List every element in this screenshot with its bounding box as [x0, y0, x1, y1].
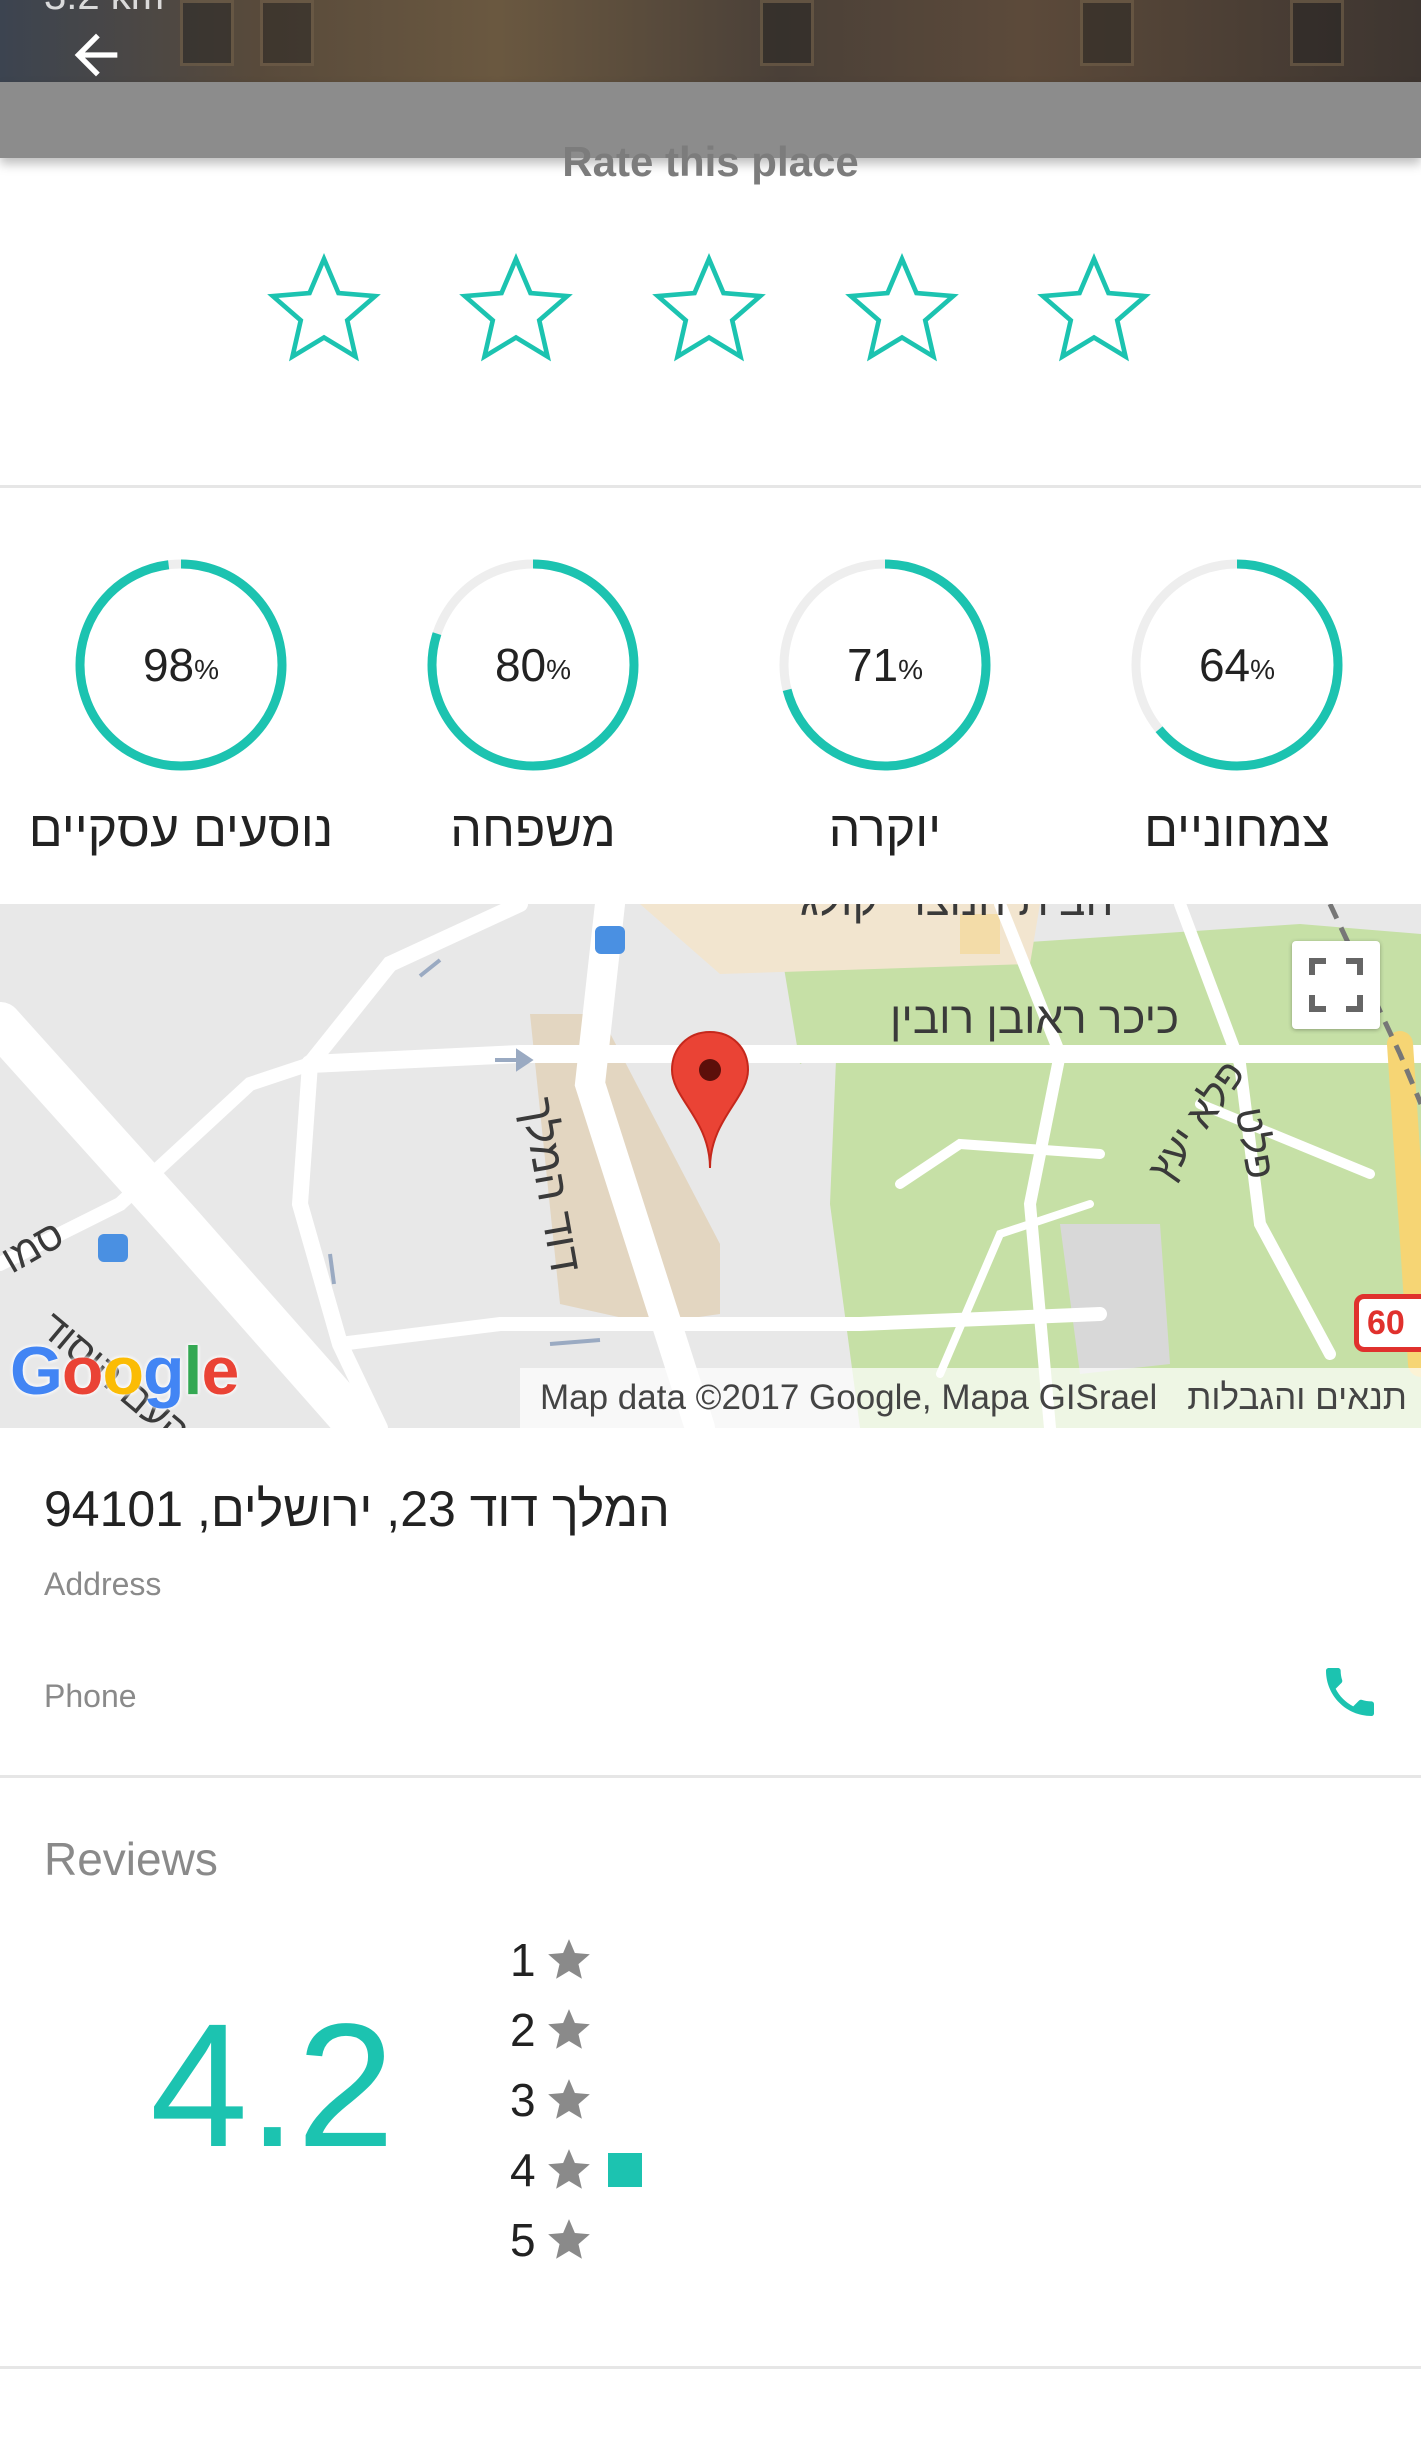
histogram-row: 5 — [510, 2210, 594, 2270]
histogram-row: 2 — [510, 2000, 594, 2060]
stat-circle-family: 80% — [423, 555, 643, 775]
map-marker-icon[interactable] — [670, 1030, 750, 1170]
star-outline-icon[interactable] — [645, 246, 773, 370]
star-outline-icon[interactable] — [1030, 246, 1158, 370]
map-data-text: Map data ©2017 Google, Mapa GISrael — [540, 1378, 1158, 1417]
stat-label: יוקרה — [828, 801, 942, 857]
stat-unit: % — [1250, 654, 1276, 685]
histogram-bar — [608, 2153, 642, 2187]
stat-label: צמחוניים — [1144, 801, 1330, 857]
fullscreen-icon — [1309, 958, 1363, 1012]
arrow-back-icon — [74, 33, 118, 77]
stat-value: 98 — [142, 639, 195, 691]
place-photo: 3.2 km — [0, 0, 1421, 82]
rate-title: Rate this place — [562, 138, 859, 185]
reviews-title: Reviews — [44, 1833, 218, 1885]
google-logo: Google — [10, 1333, 239, 1409]
map-attribution: Map data ©2017 Google, Mapa GISrael תנאי… — [520, 1368, 1421, 1428]
histogram-star-count: 1 — [510, 1934, 536, 1986]
histogram-star-count: 4 — [510, 2144, 536, 2196]
phone-label: Phone — [44, 1678, 137, 1714]
divider — [0, 1775, 1421, 1778]
stat-label: משפחה — [450, 801, 616, 857]
phone-icon — [1326, 1668, 1374, 1716]
histogram-row: 3 — [510, 2070, 594, 2130]
stat-unit: % — [546, 654, 572, 685]
stat-unit: % — [898, 654, 924, 685]
histogram-star-count: 2 — [510, 2004, 536, 2056]
stat-value: 71 — [846, 639, 899, 691]
map-view[interactable]: הבית הנוצרי קולג כיכר ראובן רובין דוד המ… — [0, 904, 1421, 1428]
stat-circle-vegetarian: 64% — [1127, 555, 1347, 775]
address-value: המלך דוד 23, ירושלים, 94101 — [44, 1481, 670, 1537]
star-outline-icon[interactable] — [838, 246, 966, 370]
histogram-row: 4 — [510, 2140, 642, 2200]
stat-circle-business: 98% — [71, 555, 291, 775]
stat-unit: % — [194, 654, 220, 685]
star-outline-icon[interactable] — [452, 246, 580, 370]
route-shield: 60 — [1354, 1294, 1421, 1352]
map-street-label: הבית הנוצרי קולג — [800, 904, 1113, 926]
star-filled-icon — [548, 2009, 590, 2049]
histogram-star-count: 5 — [510, 2214, 536, 2266]
stat-value: 64 — [1198, 639, 1251, 691]
star-filled-icon — [548, 2219, 590, 2259]
divider — [0, 485, 1421, 488]
star-filled-icon — [548, 2149, 590, 2189]
stat-value: 80 — [494, 639, 547, 691]
address-label: Address — [44, 1566, 162, 1602]
fullscreen-button[interactable] — [1292, 941, 1380, 1029]
divider — [0, 2366, 1421, 2369]
star-outline-icon[interactable] — [260, 246, 388, 370]
star-filled-icon — [548, 1939, 590, 1979]
stat-circle-luxury: 71% — [775, 555, 995, 775]
phone-button[interactable] — [1318, 1660, 1388, 1730]
back-button[interactable] — [56, 20, 136, 90]
average-rating: 4.2 — [150, 1988, 395, 2184]
stat-label: נוסעים עסקיים — [28, 801, 334, 857]
histogram-row: 1 — [510, 1930, 594, 1990]
terms-link[interactable]: תנאים והגבלות — [1187, 1368, 1407, 1428]
star-filled-icon — [548, 2079, 590, 2119]
map-street-label: כיכר ראובן רובין — [890, 994, 1180, 1043]
histogram-star-count: 3 — [510, 2074, 536, 2126]
distance-text: 3.2 km — [44, 0, 164, 19]
rating-stars — [0, 246, 1421, 376]
